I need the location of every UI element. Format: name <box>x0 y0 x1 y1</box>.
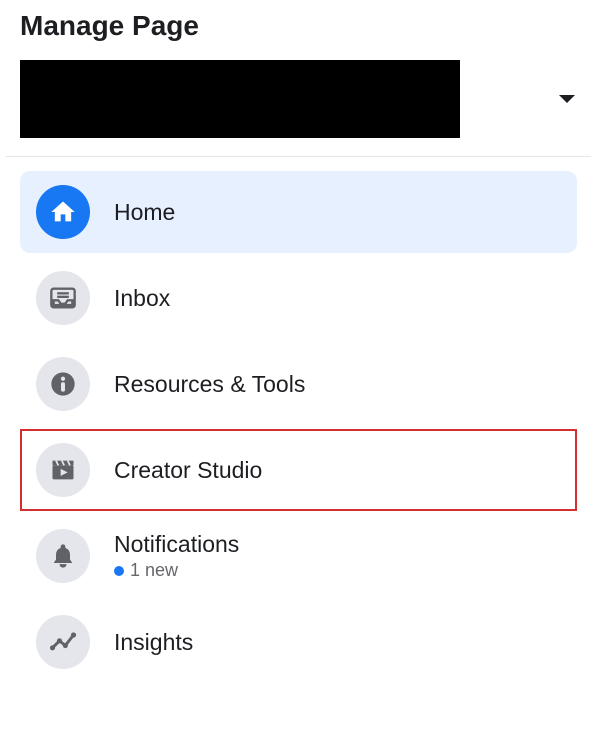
home-icon <box>36 185 90 239</box>
nav-label-creator-studio: Creator Studio <box>114 457 262 484</box>
nav-item-insights[interactable]: Insights <box>20 601 577 683</box>
bell-icon <box>36 529 90 583</box>
divider <box>6 156 591 157</box>
page-title: Manage Page <box>20 10 577 42</box>
nav-label-resources: Resources & Tools <box>114 371 305 398</box>
nav-item-resources[interactable]: Resources & Tools <box>20 343 577 425</box>
page-selector[interactable] <box>20 60 577 138</box>
page-selector-thumbnail <box>20 60 460 138</box>
clapper-icon <box>36 443 90 497</box>
nav-label-insights: Insights <box>114 629 193 656</box>
nav-list: Home Inbox Resources & Tools <box>20 171 577 683</box>
nav-label-inbox: Inbox <box>114 285 170 312</box>
nav-item-notifications[interactable]: Notifications 1 new <box>20 515 577 597</box>
chevron-down-icon <box>557 93 577 105</box>
nav-label-home: Home <box>114 199 175 226</box>
badge-dot-icon <box>114 566 124 576</box>
nav-item-creator-studio[interactable]: Creator Studio <box>20 429 577 511</box>
nav-item-home[interactable]: Home <box>20 171 577 253</box>
insights-icon <box>36 615 90 669</box>
notifications-badge-text: 1 new <box>130 560 178 581</box>
inbox-icon <box>36 271 90 325</box>
nav-item-inbox[interactable]: Inbox <box>20 257 577 339</box>
info-icon <box>36 357 90 411</box>
nav-label-notifications: Notifications <box>114 531 239 558</box>
notifications-badge: 1 new <box>114 560 239 581</box>
